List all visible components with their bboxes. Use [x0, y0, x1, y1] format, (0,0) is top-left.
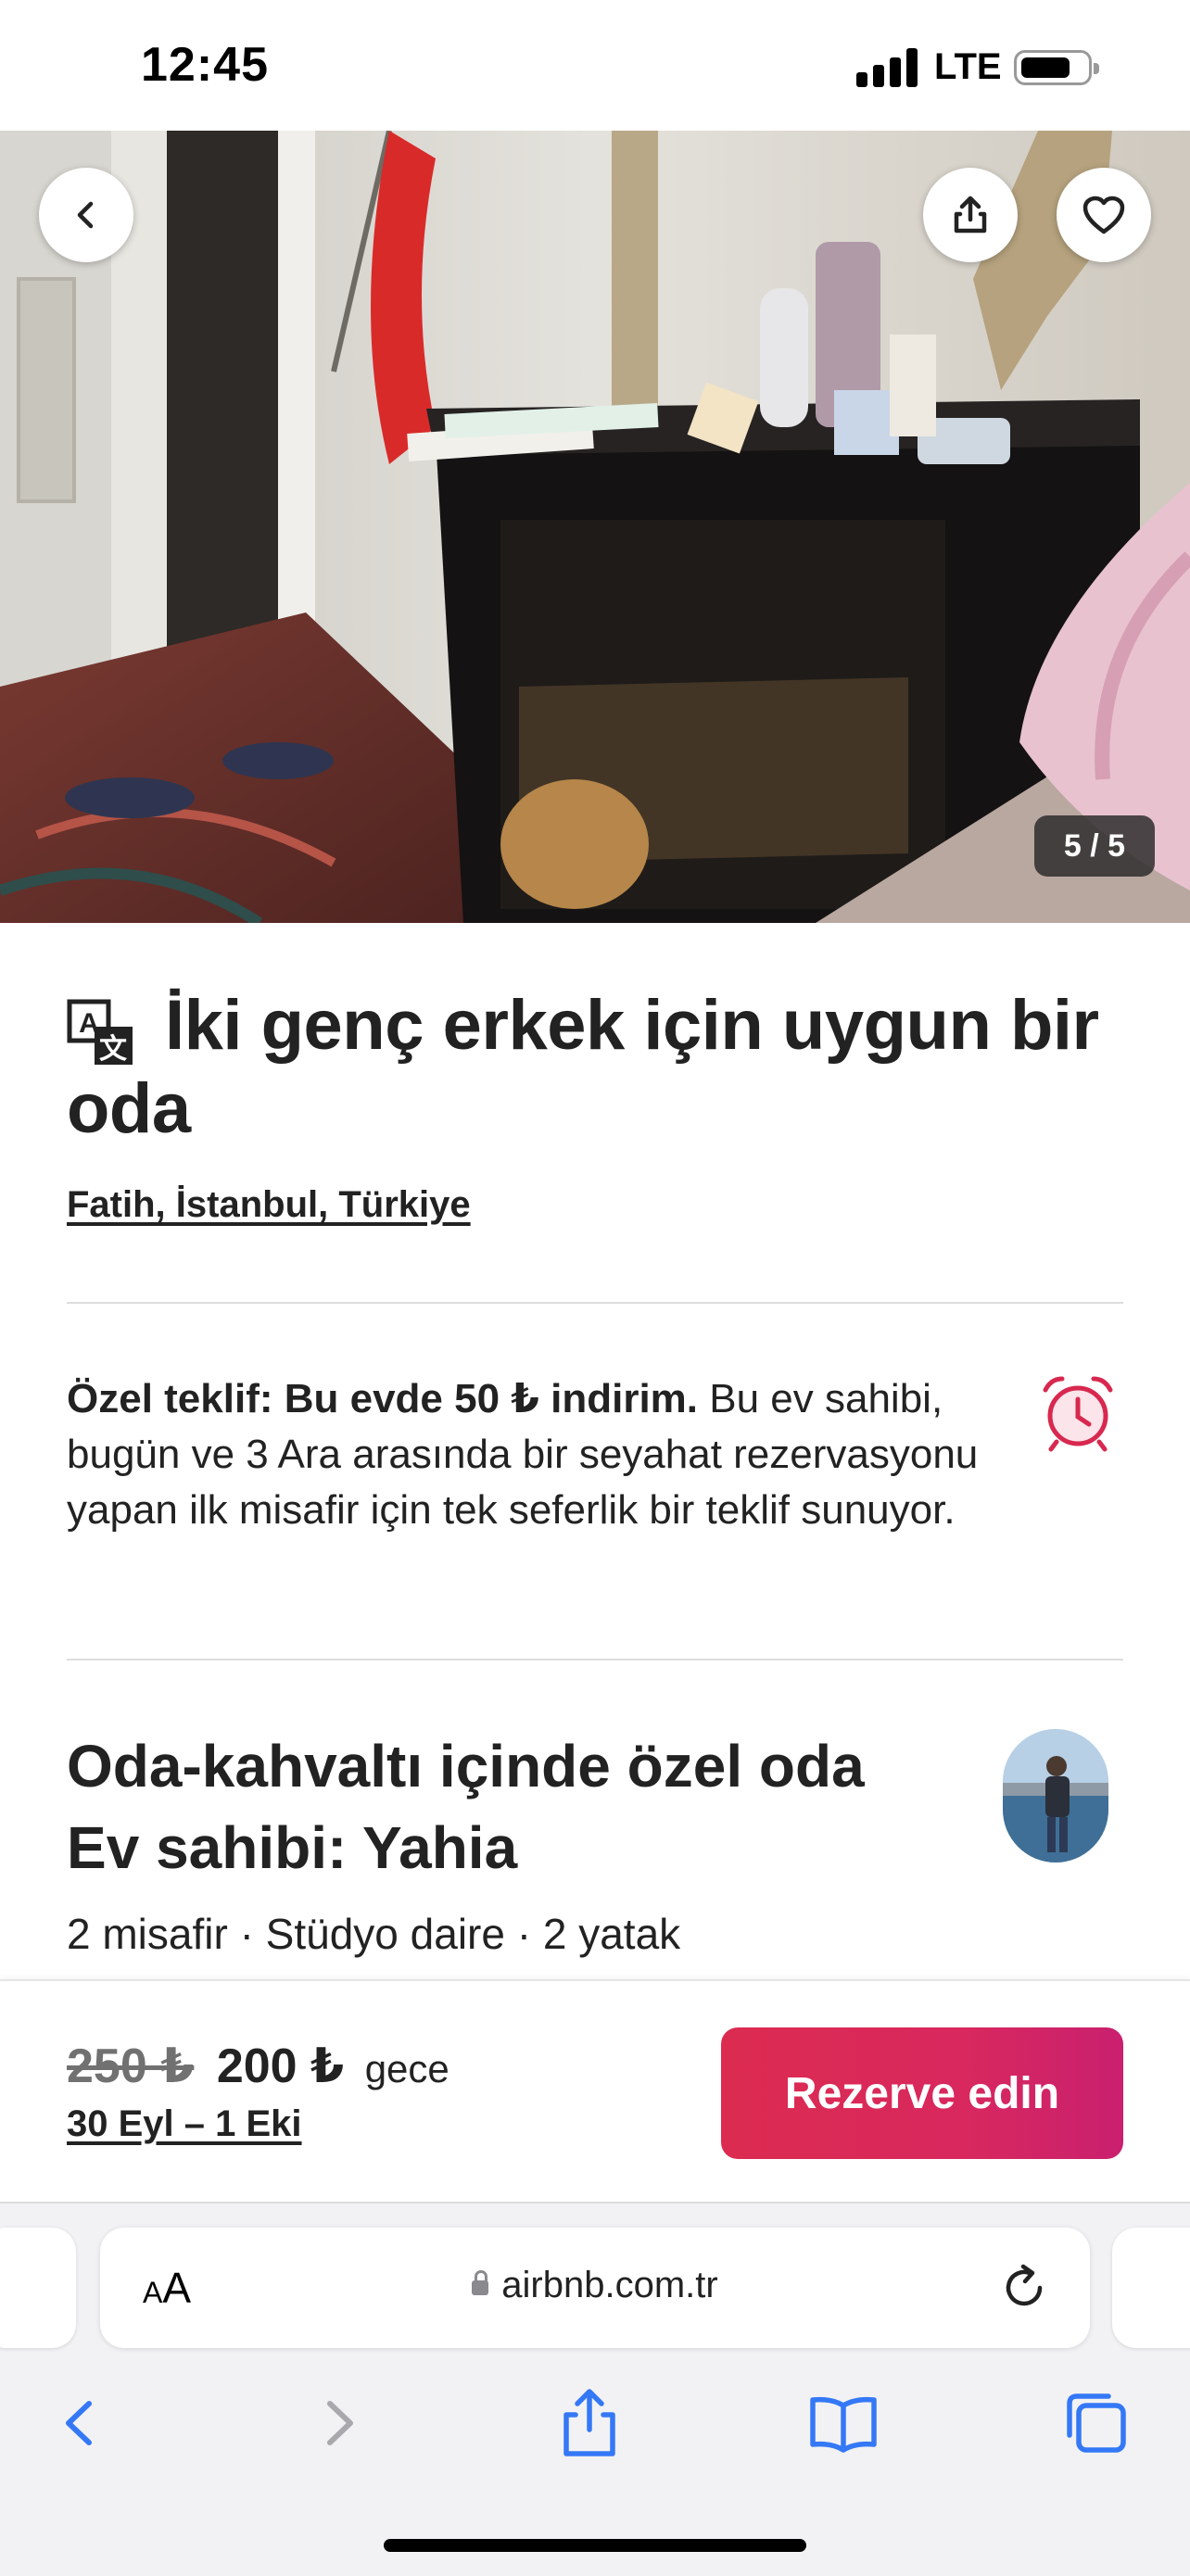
network-label: LTE — [934, 46, 1002, 87]
listing-header: A 文 İki genç erkek için uygun bir oda — [67, 984, 1123, 1151]
status-bar: 12:45 LTE — [0, 0, 1190, 131]
host-photo — [1003, 1729, 1108, 1863]
room-specs: 2 misafir · Stüdyo daire · 2 yatak — [67, 1910, 681, 1958]
lock-icon — [472, 2270, 489, 2295]
status-time: 12:45 — [141, 38, 269, 92]
listing-photo[interactable]: 5 / 5 — [0, 131, 1190, 923]
previous-tab-preview[interactable] — [0, 2228, 76, 2348]
listing-title: İki genç erkek için uygun bir oda — [67, 986, 1099, 1148]
url-text: airbnb.com.tr — [501, 2265, 718, 2305]
discounted-price: 200 ₺ — [216, 2039, 345, 2093]
special-offer: Özel teklif: Bu evde 50 ₺ indirim. Bu ev… — [67, 1371, 994, 1538]
date-range-link[interactable]: 30 Eyl – 1 Eki — [67, 2103, 302, 2145]
share-icon[interactable] — [550, 2383, 629, 2463]
svg-text:文: 文 — [99, 1033, 127, 1065]
price-unit: gece — [364, 2047, 449, 2090]
location-link[interactable]: Fatih, İstanbul, Türkiye — [67, 1184, 471, 1226]
battery-icon — [1014, 50, 1099, 85]
translate-icon[interactable]: A 文 — [67, 999, 135, 1067]
alarm-clock-icon — [1043, 1376, 1113, 1452]
divider — [67, 1659, 1123, 1661]
price-line: 250 ₺ 200 ₺ gece — [67, 2039, 449, 2094]
booking-bar: 250 ₺ 200 ₺ gece 30 Eyl – 1 Eki Rezerve … — [0, 1979, 1190, 2203]
host-name: Ev sahibi: Yahia — [67, 1814, 518, 1881]
offer-headline: Özel teklif: Bu evde 50 ₺ indirim. — [67, 1376, 699, 1421]
room-photo-illustration — [0, 131, 1190, 923]
signal-icon — [856, 48, 921, 87]
save-favorite-button[interactable] — [1057, 168, 1151, 262]
address-bar[interactable]: AA airbnb.com.tr — [100, 2228, 1090, 2348]
room-summary: Oda-kahvaltı içinde özel oda Ev sahibi: … — [67, 1725, 919, 1888]
share-icon — [954, 196, 987, 234]
forward-nav-icon[interactable] — [300, 2383, 380, 2463]
reserve-button[interactable]: Rezerve edin — [721, 2027, 1123, 2159]
url-display: airbnb.com.tr — [100, 2265, 1090, 2306]
back-button[interactable] — [39, 168, 133, 262]
back-nav-icon[interactable] — [39, 2383, 119, 2463]
room-type: Oda-kahvaltı içinde özel oda — [67, 1733, 865, 1799]
browser-toolbar: AA airbnb.com.tr — [0, 2202, 1190, 2576]
host-avatar[interactable] — [1003, 1729, 1108, 1863]
heart-icon — [1082, 196, 1125, 234]
tabs-icon[interactable] — [1057, 2383, 1136, 2463]
bookmarks-icon[interactable] — [804, 2383, 883, 2463]
next-tab-preview[interactable] — [1112, 2228, 1190, 2348]
share-button[interactable] — [923, 168, 1018, 262]
chevron-left-icon — [77, 201, 94, 229]
photo-counter: 5 / 5 — [1034, 815, 1155, 877]
divider — [67, 1302, 1123, 1304]
home-indicator — [384, 2539, 806, 2552]
original-price: 250 ₺ — [67, 2039, 195, 2093]
reload-icon[interactable] — [995, 2259, 1053, 2317]
